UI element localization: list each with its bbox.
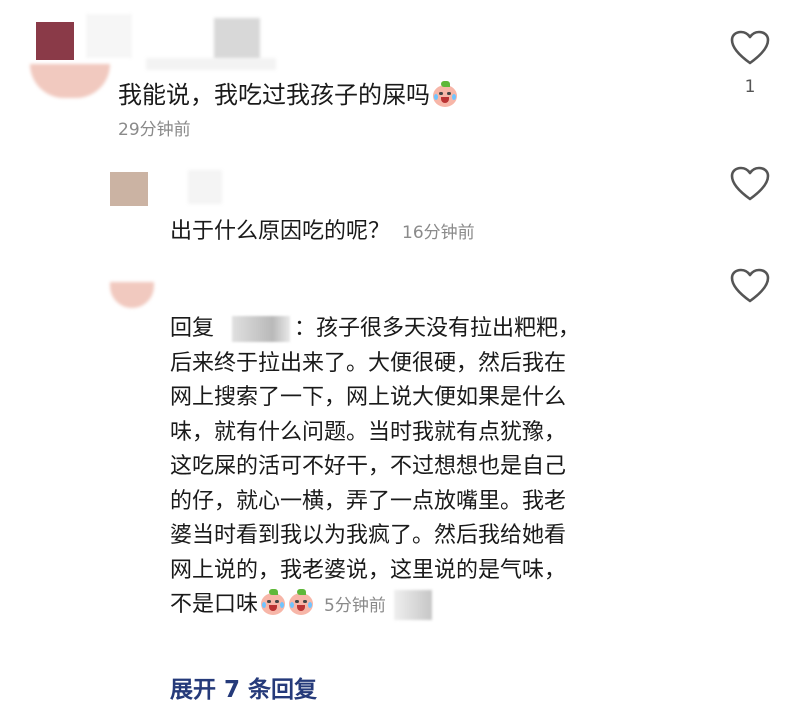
comment-line: 网上说的，我老婆说，这里说的是气味， bbox=[170, 557, 567, 583]
redacted-username bbox=[232, 316, 291, 342]
avatar[interactable] bbox=[110, 282, 154, 308]
crying-laugh-emoji-icon bbox=[260, 589, 286, 615]
comment-line: 不是口味 5分钟前 bbox=[170, 588, 690, 623]
heart-outline-icon[interactable] bbox=[730, 30, 770, 66]
comment-timestamp: 29分钟前 bbox=[118, 120, 191, 140]
comment-line: 的仔，就心一横，弄了一点放嘴里。我老 bbox=[170, 488, 567, 514]
heart-outline-icon[interactable] bbox=[730, 166, 770, 202]
comment-line: 味，就有什么问题。当时我就有点犹豫， bbox=[170, 419, 567, 445]
comment-line: 婆当时看到我以为我疯了。然后我给她看 bbox=[170, 523, 567, 548]
reply-comment: 回复 ：孩子很多天没有拉出粑粑， 后来终于拉出来了。大便很硬，然后我在 网上搜索了… bbox=[170, 312, 690, 623]
comment-timestamp: 16分钟前 bbox=[402, 223, 475, 243]
comment-line: 这吃屎的活可不好干，不过想想也是自己 bbox=[170, 454, 567, 479]
comment-line: 网上搜索了一下，网上说大便如果是什么 bbox=[170, 385, 567, 410]
comment-line: 回复 ：孩子很多天没有拉出粑粑， bbox=[170, 316, 581, 342]
comment-text: 出于什么原因吃的呢？ bbox=[170, 219, 391, 244]
like-count: 1 bbox=[744, 77, 756, 97]
redacted-username bbox=[146, 58, 276, 70]
heart-outline-icon[interactable] bbox=[730, 268, 770, 304]
redacted-username bbox=[188, 170, 222, 204]
avatar-lower bbox=[30, 64, 110, 98]
expand-replies-button[interactable]: 展开 7 条回复 bbox=[170, 670, 317, 704]
crying-laugh-emoji-icon bbox=[288, 589, 314, 615]
redacted-location bbox=[393, 590, 432, 620]
comment-line: 后来终于拉出来了。大便很硬，然后我在 bbox=[170, 350, 567, 376]
crying-laugh-emoji-icon bbox=[432, 81, 458, 107]
comment-timestamp: 5分钟前 bbox=[324, 596, 386, 616]
redacted-username bbox=[86, 14, 132, 58]
avatar[interactable] bbox=[36, 22, 74, 60]
reply-comment: 出于什么原因吃的呢？ 16分钟前 bbox=[170, 213, 475, 245]
redacted-username bbox=[214, 18, 260, 60]
comment-text: 我能说，我吃过我孩子的屎吗 bbox=[118, 75, 458, 110]
avatar[interactable] bbox=[110, 172, 148, 206]
